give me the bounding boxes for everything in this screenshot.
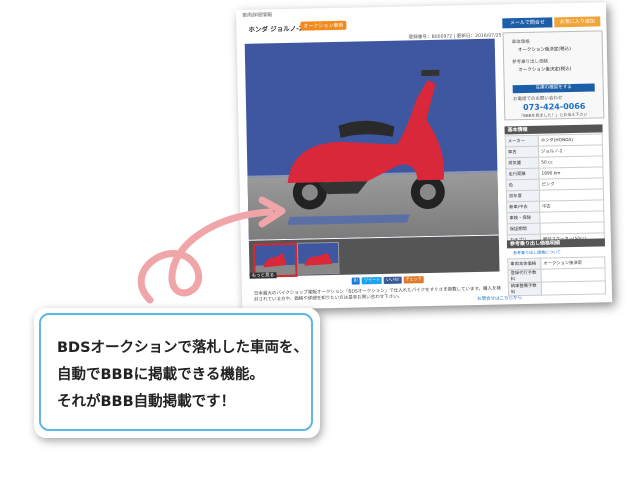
callout-line-1: BDSオークションで落札した車両を、 (57, 340, 309, 356)
callout-line-2: 自動でBBBに掲載できる機能。 (57, 367, 264, 383)
feature-callout: BDSオークションで落札した車両を、 自動でBBBに掲載できる機能。 それがBB… (34, 308, 320, 438)
callout-line-3: それがBBB自動掲載です！ (57, 394, 236, 410)
callout-frame: BDSオークションで落札した車両を、 自動でBBBに掲載できる機能。 それがBB… (39, 313, 313, 431)
